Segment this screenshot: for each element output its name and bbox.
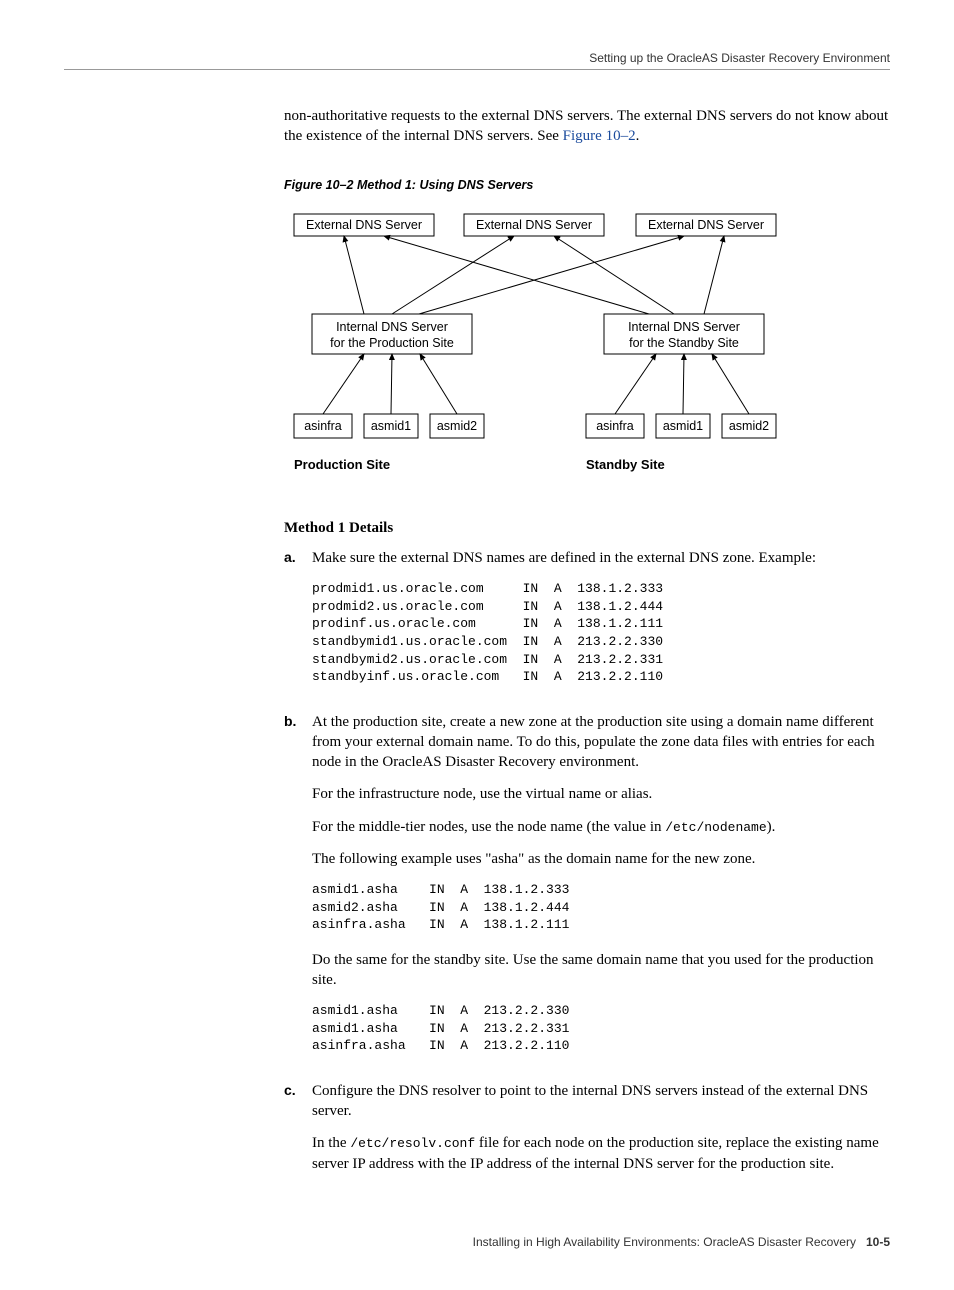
- step-b-p5: Do the same for the standby site. Use th…: [312, 950, 890, 991]
- prod-node-asinfra: asinfra: [304, 419, 342, 433]
- int-dns-prod-l1: Internal DNS Server: [336, 320, 448, 334]
- method-details-heading: Method 1 Details: [284, 518, 890, 538]
- step-c-p2: In the /etc/resolv.conf file for each no…: [312, 1133, 890, 1174]
- step-b-code1: asmid1.asha IN A 138.1.2.333 asmid2.asha…: [312, 881, 890, 934]
- ext-dns-2: External DNS Server: [476, 218, 592, 232]
- int-dns-stby-l1: Internal DNS Server: [628, 320, 740, 334]
- step-a: a. Make sure the external DNS names are …: [284, 548, 890, 702]
- step-a-code: prodmid1.us.oracle.com IN A 138.1.2.333 …: [312, 580, 890, 685]
- footer-text: Installing in High Availability Environm…: [473, 1235, 856, 1249]
- step-b-p4: The following example uses "asha" as the…: [312, 849, 890, 869]
- ext-dns-3: External DNS Server: [648, 218, 764, 232]
- stby-node-asinfra: asinfra: [596, 419, 634, 433]
- int-dns-stby-l2: for the Standby Site: [629, 336, 739, 350]
- step-b-p1: At the production site, create a new zon…: [312, 712, 890, 773]
- step-b-p3-before: For the middle-tier nodes, use the node …: [312, 819, 665, 835]
- stby-node-asmid1: asmid1: [663, 419, 703, 433]
- figure-xref-link[interactable]: Figure 10–2: [563, 128, 636, 144]
- step-b-p3: For the middle-tier nodes, use the node …: [312, 817, 890, 837]
- step-b-p2: For the infrastructure node, use the vir…: [312, 784, 890, 804]
- page-footer: Installing in High Availability Environm…: [64, 1234, 890, 1250]
- step-b-p3-code: /etc/nodename: [665, 820, 766, 835]
- step-b-code2: asmid1.asha IN A 213.2.2.330 asmid1.asha…: [312, 1002, 890, 1055]
- figure-caption: Figure 10–2 Method 1: Using DNS Servers: [284, 177, 890, 194]
- step-c-p2-before: In the: [312, 1135, 350, 1151]
- running-header: Setting up the OracleAS Disaster Recover…: [64, 50, 890, 70]
- prod-node-asmid1: asmid1: [371, 419, 411, 433]
- step-c-marker: c.: [284, 1081, 312, 1186]
- figure-10-2: External DNS Server External DNS Server …: [284, 204, 890, 500]
- ext-dns-1: External DNS Server: [306, 218, 422, 232]
- step-b-p3-after: ).: [767, 819, 776, 835]
- intro-paragraph: non-authoritative requests to the extern…: [284, 106, 890, 147]
- stby-node-asmid2: asmid2: [729, 419, 769, 433]
- footer-page: 10-5: [866, 1235, 890, 1249]
- step-c-p2-code: /etc/resolv.conf: [350, 1136, 475, 1151]
- prod-node-asmid2: asmid2: [437, 419, 477, 433]
- step-c-p1: Configure the DNS resolver to point to t…: [312, 1081, 890, 1122]
- stby-site-label: Standby Site: [586, 457, 665, 472]
- int-dns-prod-l2: for the Production Site: [330, 336, 454, 350]
- intro-text-after: .: [636, 128, 640, 144]
- step-a-marker: a.: [284, 548, 312, 702]
- step-c: c. Configure the DNS resolver to point t…: [284, 1081, 890, 1186]
- prod-site-label: Production Site: [294, 457, 390, 472]
- main-content: non-authoritative requests to the extern…: [284, 106, 890, 1186]
- step-b-marker: b.: [284, 712, 312, 1071]
- step-a-p1: Make sure the external DNS names are def…: [312, 548, 890, 568]
- step-b: b. At the production site, create a new …: [284, 712, 890, 1071]
